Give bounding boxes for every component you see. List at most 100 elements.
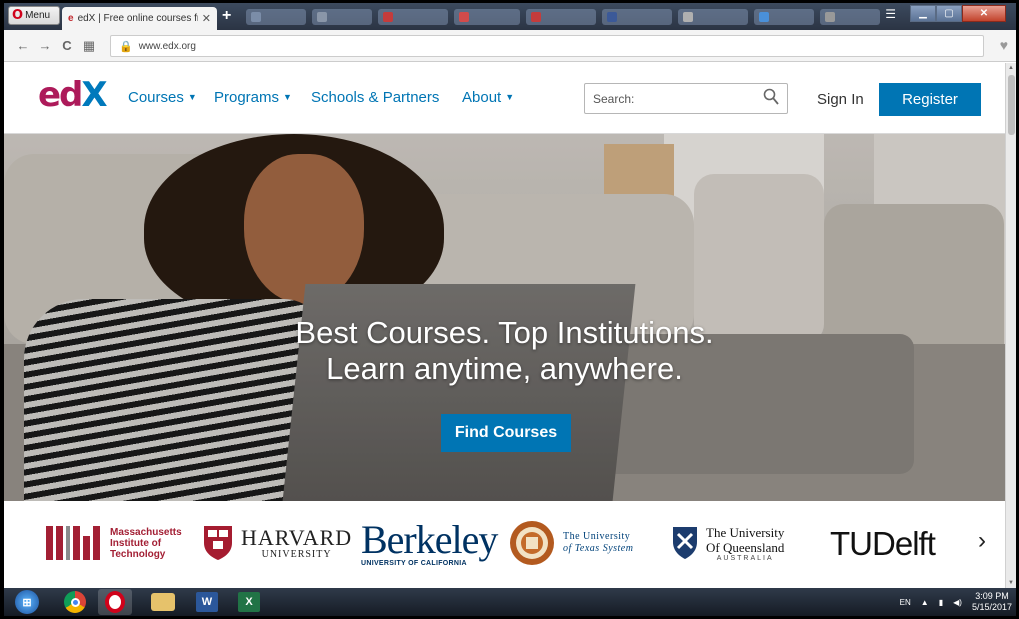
taskbar-word[interactable]: W <box>190 589 224 615</box>
back-icon[interactable]: ← <box>12 38 34 53</box>
reload-icon[interactable]: C <box>56 38 78 53</box>
forward-icon[interactable]: → <box>34 38 56 53</box>
berkeley-sub: UNIVERSITY OF CALIFORNIA <box>361 559 467 567</box>
uq-wordmark: The University Of Queensland AUSTRALIA <box>706 525 784 562</box>
browser-tab[interactable] <box>312 9 372 25</box>
browser-window: O Menu e edX | Free online courses fr ✕ … <box>4 3 1016 616</box>
browser-tab-edx[interactable]: e edX | Free online courses fr ✕ <box>62 7 217 30</box>
browser-tab[interactable] <box>454 9 520 25</box>
page-scrollbar[interactable]: ▲ ▼ <box>1005 63 1016 588</box>
start-button[interactable]: ⊞ <box>10 589 44 615</box>
mit-bars-icon <box>46 526 100 560</box>
speed-dial-icon[interactable]: ▦ <box>78 38 100 54</box>
nav-about[interactable]: About ▼ <box>462 89 514 106</box>
chevron-down-icon: ▼ <box>505 92 515 102</box>
url-field[interactable]: 🔒 www.edx.org <box>110 35 984 57</box>
opera-menu-label: Menu <box>25 10 51 21</box>
close-button[interactable]: ✕ <box>962 5 1006 22</box>
edx-logo[interactable]: edX <box>38 75 108 115</box>
logo-x: X <box>81 75 107 115</box>
language-indicator[interactable]: EN <box>900 598 911 607</box>
mit-line: Massachusetts <box>110 526 182 538</box>
browser-tab[interactable] <box>526 9 596 25</box>
partner-tudelft-logo[interactable]: T UDelft <box>830 515 936 571</box>
uq-line: Of Queensland <box>706 539 785 555</box>
harvard-sub: UNIVERSITY <box>261 548 332 560</box>
browser-tab[interactable] <box>602 9 672 25</box>
windows-taskbar: ⊞ W X EN ▲ ▮ ◀) 3:09 PM 5/15/2017 <box>4 588 1016 616</box>
address-bar: ← → C ▦ 🔒 www.edx.org ♥ <box>4 30 1016 62</box>
search-icon[interactable] <box>763 88 779 106</box>
nav-courses[interactable]: Courses ▼ <box>128 89 197 106</box>
partner-berkeley-logo[interactable]: Berkeley UNIVERSITY OF CALIFORNIA <box>361 515 498 571</box>
page-viewport: edX Courses ▼ Programs ▼ Schools & Partner… <box>4 63 1005 588</box>
tray-expand-icon[interactable]: ▲ <box>921 598 929 607</box>
opera-icon <box>105 591 125 613</box>
tab-title: edX | Free online courses fr <box>77 13 198 24</box>
nav-schools-partners-label: Schools & Partners <box>311 89 440 106</box>
ut-line: of Texas System <box>563 543 634 554</box>
edx-favicon-icon: e <box>68 13 74 24</box>
browser-tab[interactable] <box>678 9 748 25</box>
uq-line: The University <box>706 524 785 540</box>
nav-about-label: About <box>462 89 502 106</box>
tab-close-icon[interactable]: ✕ <box>202 12 211 25</box>
taskbar-opera[interactable] <box>98 589 132 615</box>
scroll-down-icon[interactable]: ▼ <box>1008 580 1014 586</box>
word-icon: W <box>196 592 218 612</box>
chevron-right-icon[interactable]: › <box>978 527 986 555</box>
new-tab-icon[interactable]: + <box>222 7 231 25</box>
bookmark-heart-icon[interactable]: ♥ <box>1000 37 1008 53</box>
taskbar-explorer[interactable] <box>146 589 180 615</box>
clock[interactable]: 3:09 PM 5/15/2017 <box>972 591 1012 613</box>
search-input[interactable]: Search: <box>584 83 788 114</box>
browser-tab-bar: O Menu e edX | Free online courses fr ✕ … <box>4 3 1016 30</box>
browser-tab[interactable] <box>754 9 814 25</box>
hero-banner: Best Courses. Top Institutions. Learn an… <box>4 134 1005 501</box>
partner-harvard-logo[interactable]: HARVARD UNIVERSITY <box>203 515 352 571</box>
mit-name: Massachusetts Institute of Technology <box>110 527 182 560</box>
folder-icon <box>151 593 175 611</box>
network-icon[interactable]: ▮ <box>939 598 943 607</box>
lock-icon: 🔒 <box>119 40 133 53</box>
scroll-up-icon[interactable]: ▲ <box>1008 65 1014 71</box>
browser-tab[interactable] <box>246 9 306 25</box>
ut-line: The University <box>563 531 631 542</box>
opera-logo-icon: O <box>12 8 24 23</box>
hero-headline: Best Courses. Top Institutions. Learn an… <box>4 315 1005 387</box>
partner-ut-system-logo[interactable]: The University of Texas System <box>509 515 633 571</box>
minimize-button[interactable]: ▁ <box>910 5 936 22</box>
nav-courses-label: Courses <box>128 89 184 106</box>
ut-name: The University of Texas System <box>563 531 633 555</box>
system-tray: EN ▲ ▮ ◀) 3:09 PM 5/15/2017 <box>900 588 1012 616</box>
tudelft-flame-t: T <box>830 524 850 562</box>
partner-logos-strip: Massachusetts Institute of Technology HA… <box>4 501 1005 588</box>
hero-line-2: Learn anytime, anywhere. <box>326 351 683 386</box>
volume-icon[interactable]: ◀) <box>953 598 962 607</box>
ut-seal-icon <box>510 521 554 565</box>
tab-menu-icon[interactable]: ☰ <box>885 7 896 21</box>
register-button[interactable]: Register <box>879 83 981 116</box>
opera-menu-button[interactable]: O Menu <box>8 6 60 25</box>
nav-programs-label: Programs <box>214 89 280 106</box>
mit-line: Technology <box>110 548 166 560</box>
browser-tab[interactable] <box>378 9 448 25</box>
clock-time: 3:09 PM <box>975 591 1009 601</box>
uq-sub: AUSTRALIA <box>716 554 774 562</box>
partner-uq-logo[interactable]: The University Of Queensland AUSTRALIA <box>672 515 784 571</box>
nav-programs[interactable]: Programs ▼ <box>214 89 292 106</box>
sign-in-link[interactable]: Sign In <box>817 91 864 108</box>
taskbar-excel[interactable]: X <box>232 589 266 615</box>
harvard-wordmark: HARVARD UNIVERSITY <box>241 526 352 560</box>
tudelft-name: UDelft <box>849 524 936 562</box>
taskbar-chrome[interactable] <box>58 589 92 615</box>
partner-mit-logo[interactable]: Massachusetts Institute of Technology <box>46 515 182 571</box>
chevron-down-icon: ▼ <box>283 92 292 102</box>
find-courses-button[interactable]: Find Courses <box>441 414 571 452</box>
scrollbar-thumb[interactable] <box>1008 75 1015 135</box>
nav-schools-partners[interactable]: Schools & Partners <box>311 89 439 106</box>
mit-line: Institute of <box>110 537 162 549</box>
site-header: edX Courses ▼ Programs ▼ Schools & Partner… <box>4 63 1005 134</box>
browser-tab[interactable] <box>820 9 880 25</box>
maximize-button[interactable]: ▢ <box>936 5 962 22</box>
